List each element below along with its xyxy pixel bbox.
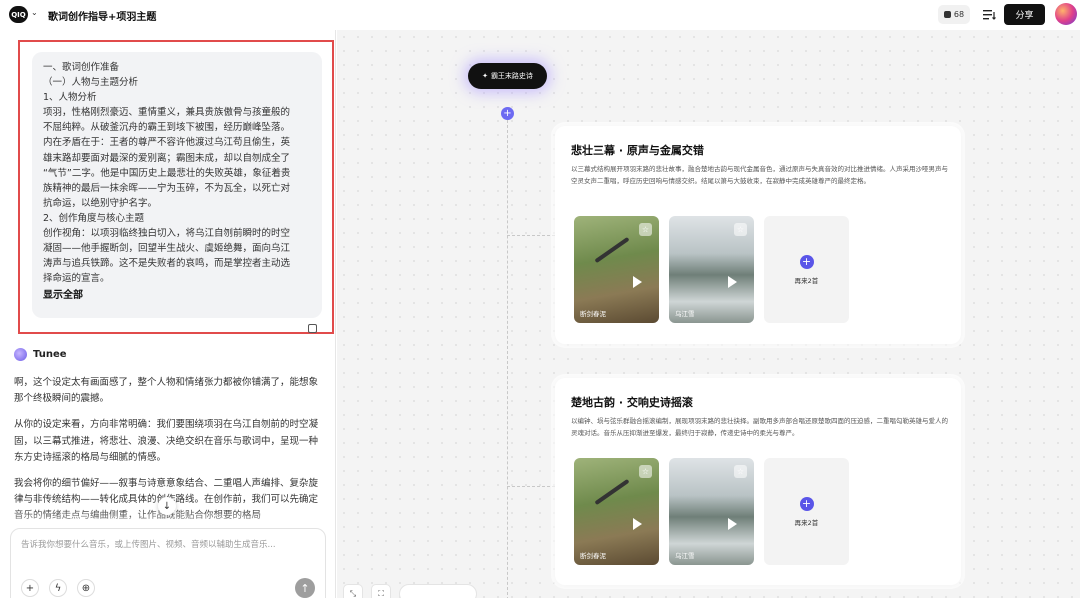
top-bar: QIQ ⌄ 歌词创作指导+项羽主题 68 分享 xyxy=(0,0,1080,30)
message-line: （一）人物与主题分析 xyxy=(43,77,139,89)
card-description: 以编钟、埙与弦乐群融合摇滚编制，展现项羽末路的悲壮抉择。副歌用多声部合唱还原楚歌… xyxy=(571,417,948,437)
card-title: 悲壮三幕 · 原声与金属交错 xyxy=(571,144,704,157)
play-icon[interactable] xyxy=(633,276,642,288)
assistant-paragraph: 从你的设定来看，方向非常明确：我们要围绕项羽在乌江自刎前的时空凝固，以三幕式推进… xyxy=(14,419,319,463)
card-description: 以三幕式结构展开项羽末路的悲壮故事，融合楚地古韵与现代金属音色，通过原声与失真音… xyxy=(571,165,948,185)
highlight-box: 一、歌词创作准备 （一）人物与主题分析 1、人物分析 项羽，性格刚烈豪迈、重情重… xyxy=(18,40,334,334)
message-line: 内在矛盾在于：王者的尊严不容许他渡过乌江苟且偷生，英 xyxy=(43,137,291,149)
star-icon[interactable]: ☆ xyxy=(639,465,652,478)
generate-more-button[interactable]: + 再来2首 xyxy=(764,216,849,323)
message-line: “气节”二字。他是中国历史上最悲壮的失败英雄，象征着贵 xyxy=(43,167,291,179)
track-thumbnail[interactable]: ☆ 断剑春泥 xyxy=(574,458,659,565)
style-card[interactable]: 悲壮三幕 · 原声与金属交错 以三幕式结构展开项羽末路的悲壮故事，融合楚地古韵与… xyxy=(555,126,961,344)
message-line: 抗命运，以绝别守护名字。 xyxy=(43,197,158,209)
add-node-button[interactable]: + xyxy=(501,107,514,120)
fit-view-icon[interactable]: ⛶ xyxy=(371,584,391,598)
message-line: 项羽，性格刚烈豪迈、重情重义，兼具贵族傲骨与孩童般的 xyxy=(43,107,291,119)
canvas-toolbar: ⤡ ⛶ xyxy=(343,583,483,598)
zoom-control[interactable] xyxy=(399,584,477,598)
plus-icon: + xyxy=(799,496,814,511)
share-button[interactable]: 分享 xyxy=(1004,4,1045,25)
generate-more-label: 再来2首 xyxy=(794,518,819,527)
root-node[interactable]: ✦ 霸王末路史诗 xyxy=(468,63,547,89)
message-line: 2、创作角度与核心主题 xyxy=(43,212,145,224)
globe-icon[interactable]: ⊕ xyxy=(77,579,95,597)
prompt-input[interactable]: 告诉我你想要什么音乐，或上传图片、视频、音频以辅助生成音乐... xyxy=(21,538,276,550)
credits-badge[interactable]: 68 xyxy=(938,5,970,24)
play-icon[interactable] xyxy=(633,518,642,530)
sparkle-icon: ✦ xyxy=(482,72,488,80)
message-line: 凝固——他手握断剑，回望半生战火、虞姬绝舞，面向乌江 xyxy=(43,243,291,255)
generate-more-button[interactable]: + 再来2首 xyxy=(764,458,849,565)
message-line: 1、人物分析 xyxy=(43,92,97,104)
avatar[interactable] xyxy=(1055,3,1077,25)
show-all-link[interactable]: 显示全部 xyxy=(43,288,311,303)
track-title: 断剑春泥 xyxy=(580,310,606,318)
add-icon[interactable]: + xyxy=(21,579,39,597)
collapse-icon[interactable]: ⤡ xyxy=(343,584,363,598)
scroll-down-button[interactable]: ↓ xyxy=(158,497,176,515)
user-message-bubble: 一、歌词创作准备 （一）人物与主题分析 1、人物分析 项羽，性格刚烈豪迈、重情重… xyxy=(32,52,322,318)
message-line: 一、歌词创作准备 xyxy=(43,62,120,73)
page-title: 歌词创作指导+项羽主题 xyxy=(48,12,157,23)
credits-count: 68 xyxy=(953,10,965,19)
chat-panel: 一、歌词创作准备 （一）人物与主题分析 1、人物分析 项羽，性格刚烈豪迈、重情重… xyxy=(0,30,336,598)
track-thumbnail[interactable]: ☆ 乌江雪 xyxy=(669,458,754,565)
connector-line xyxy=(507,235,555,236)
message-line: 不屈纯粹。从破釜沉舟的霸王到垓下被围，经历巅峰坠落。 xyxy=(43,122,291,134)
track-title: 乌江雪 xyxy=(675,552,695,560)
message-line: 择命运的宣言。 xyxy=(43,273,110,285)
list-sort-icon[interactable] xyxy=(979,6,999,23)
track-thumbnail[interactable]: ☆ 乌江雪 xyxy=(669,216,754,323)
generate-more-label: 再来2首 xyxy=(794,276,819,285)
message-line: 涛声与追兵铁蹄。这不是失败者的哀鸣，而是掌控者主动选 xyxy=(43,258,291,270)
app-logo[interactable]: QIQ xyxy=(9,6,28,23)
assistant-header: Tunee xyxy=(14,348,67,361)
message-line: 雄末路却要面对最深的爱别离；霸图未成，却以自刎成全了 xyxy=(43,152,291,164)
lightning-icon[interactable]: ϟ xyxy=(49,579,67,597)
card-title: 楚地古韵 · 交响史诗摇滚 xyxy=(571,396,693,409)
play-icon[interactable] xyxy=(728,276,737,288)
star-icon[interactable]: ☆ xyxy=(734,465,747,478)
chevron-down-icon[interactable]: ⌄ xyxy=(31,8,38,17)
message-line: 族精神的最后一抹余晖——宁为玉碎，不为瓦全，以死亡对 xyxy=(43,182,291,194)
coin-icon xyxy=(943,11,951,18)
track-title: 乌江雪 xyxy=(675,310,695,318)
plus-icon: + xyxy=(799,254,814,269)
star-icon[interactable]: ☆ xyxy=(639,223,652,236)
canvas[interactable]: ✦ 霸王末路史诗 + 悲壮三幕 · 原声与金属交错 以三幕式结构展开项羽末路的悲… xyxy=(337,30,1080,598)
composer: 告诉我你想要什么音乐，或上传图片、视频、音频以辅助生成音乐... + ϟ ⊕ ↑ xyxy=(10,528,326,598)
connector-line xyxy=(507,486,555,487)
assistant-avatar-icon xyxy=(14,348,27,361)
connector-line xyxy=(507,120,508,598)
track-title: 断剑春泥 xyxy=(580,552,606,560)
assistant-name: Tunee xyxy=(33,349,67,360)
assistant-paragraph: 啊，这个设定太有画面感了，整个人物和情绪张力都被你铺满了，能想象那个终极瞬间的震… xyxy=(14,377,319,405)
root-node-label: 霸王末路史诗 xyxy=(490,72,533,80)
message-line: 创作视角：以项羽临终独白切入，将乌江自刎前瞬时的时空 xyxy=(43,228,291,240)
track-thumbnail[interactable]: ☆ 断剑春泥 xyxy=(574,216,659,323)
star-icon[interactable]: ☆ xyxy=(734,223,747,236)
copy-icon[interactable] xyxy=(308,324,317,333)
play-icon[interactable] xyxy=(728,518,737,530)
style-card[interactable]: 楚地古韵 · 交响史诗摇滚 以编钟、埙与弦乐群融合摇滚编制，展现项羽末路的悲壮抉… xyxy=(555,378,961,585)
send-button[interactable]: ↑ xyxy=(295,578,315,598)
